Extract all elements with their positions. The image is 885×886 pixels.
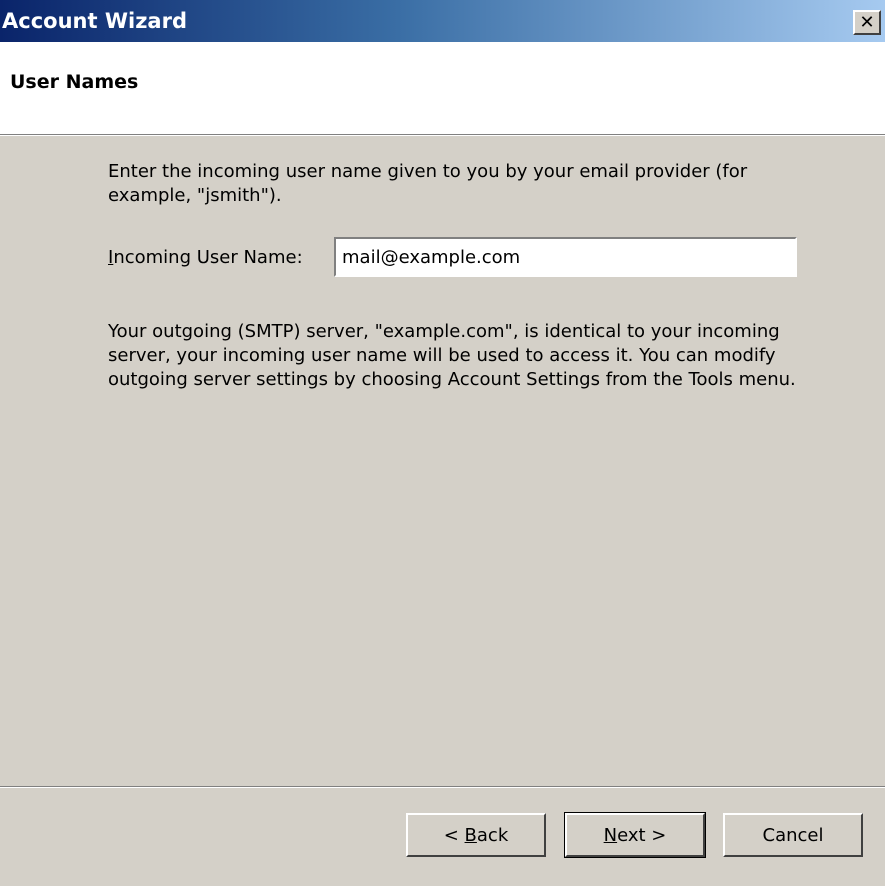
- incoming-user-name-label: Incoming User Name:: [108, 246, 303, 270]
- label-text: ncoming User Name:: [113, 247, 303, 268]
- footer-divider-highlight: [0, 787, 885, 788]
- back-prefix: <: [443, 824, 465, 846]
- back-accelerator: B: [464, 824, 477, 846]
- back-button[interactable]: < Back: [406, 813, 546, 857]
- incoming-user-name-input[interactable]: [333, 236, 798, 278]
- cancel-label: Cancel: [762, 824, 824, 846]
- next-accelerator: N: [603, 824, 618, 846]
- title-bar[interactable]: Account Wizard ✕: [0, 0, 885, 42]
- account-wizard-window: Account Wizard ✕ User Names Enter the in…: [0, 0, 885, 886]
- back-label: ack: [476, 824, 509, 846]
- close-button[interactable]: ✕: [853, 10, 881, 35]
- intro-text: Enter the incoming user name given to yo…: [108, 161, 748, 206]
- page-title: User Names: [10, 71, 139, 93]
- wizard-content: Enter the incoming user name given to yo…: [0, 136, 885, 786]
- close-icon: ✕: [859, 12, 875, 33]
- wizard-header: User Names: [0, 42, 885, 134]
- next-label: ext >: [617, 824, 667, 846]
- cancel-button[interactable]: Cancel: [723, 813, 863, 857]
- smtp-info-text: Your outgoing (SMTP) server, "example.co…: [108, 321, 796, 390]
- next-button[interactable]: Next >: [564, 812, 706, 858]
- window-title: Account Wizard: [2, 9, 187, 33]
